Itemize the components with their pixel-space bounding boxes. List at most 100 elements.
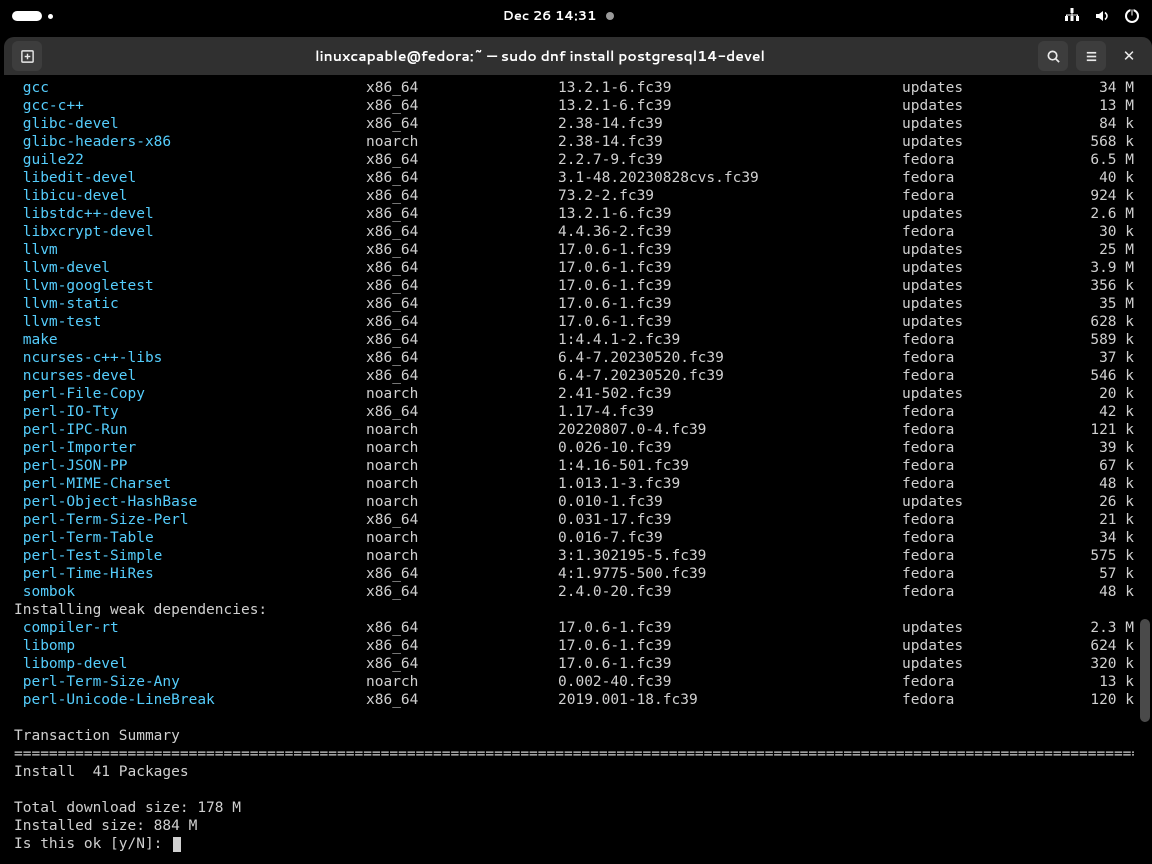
terminal-body[interactable]: gccx86_6413.2.1-6.fc39updates34 M gcc-c+… bbox=[4, 75, 1152, 864]
pkg-version: 73.2-2.fc39 bbox=[558, 187, 902, 205]
pkg-size: 628 k bbox=[1052, 313, 1134, 331]
pkg-version: 3:1.302195-5.fc39 bbox=[558, 547, 902, 565]
pkg-arch: x86_64 bbox=[366, 205, 558, 223]
pkg-arch: noarch bbox=[366, 133, 558, 151]
pkg-repo: fedora bbox=[902, 475, 1052, 493]
pkg-repo: fedora bbox=[902, 673, 1052, 691]
pkg-arch: x86_64 bbox=[366, 295, 558, 313]
pkg-size: 34 M bbox=[1052, 79, 1134, 97]
pkg-name: perl-Term-Size-Perl bbox=[14, 511, 366, 529]
clock[interactable]: Dec 26 14:31 bbox=[503, 7, 615, 25]
package-row: perl-Test-Simplenoarch3:1.302195-5.fc39f… bbox=[14, 547, 1134, 565]
pkg-arch: x86_64 bbox=[366, 223, 558, 241]
activities-pill bbox=[12, 11, 42, 21]
terminal-window: linuxcapable@fedora:~ — sudo dnf install… bbox=[4, 37, 1152, 864]
pkg-version: 17.0.6-1.fc39 bbox=[558, 619, 902, 637]
pkg-version: 0.002-40.fc39 bbox=[558, 673, 902, 691]
pkg-size: 40 k bbox=[1052, 169, 1134, 187]
pkg-size: 42 k bbox=[1052, 403, 1134, 421]
pkg-arch: x86_64 bbox=[366, 691, 558, 709]
package-row: guile22x86_642.2.7-9.fc39fedora6.5 M bbox=[14, 151, 1134, 169]
pkg-arch: x86_64 bbox=[366, 331, 558, 349]
pkg-repo: fedora bbox=[902, 331, 1052, 349]
pkg-name: sombok bbox=[14, 583, 366, 601]
pkg-name: llvm bbox=[14, 241, 366, 259]
pkg-name: ncurses-c++-libs bbox=[14, 349, 366, 367]
pkg-arch: noarch bbox=[366, 439, 558, 457]
pkg-version: 1:4.4.1-2.fc39 bbox=[558, 331, 902, 349]
blank-line bbox=[14, 709, 1134, 727]
pkg-repo: updates bbox=[902, 115, 1052, 133]
pkg-size: 356 k bbox=[1052, 277, 1134, 295]
pkg-repo: updates bbox=[902, 205, 1052, 223]
pkg-name: libxcrypt-devel bbox=[14, 223, 366, 241]
scrollbar-thumb[interactable] bbox=[1140, 619, 1150, 722]
pkg-version: 2.2.7-9.fc39 bbox=[558, 151, 902, 169]
pkg-arch: x86_64 bbox=[366, 565, 558, 583]
pkg-name: perl-MIME-Charset bbox=[14, 475, 366, 493]
pkg-size: 67 k bbox=[1052, 457, 1134, 475]
pkg-version: 17.0.6-1.fc39 bbox=[558, 241, 902, 259]
pkg-repo: fedora bbox=[902, 187, 1052, 205]
pkg-repo: fedora bbox=[902, 151, 1052, 169]
pkg-repo: updates bbox=[902, 313, 1052, 331]
pkg-size: 26 k bbox=[1052, 493, 1134, 511]
pkg-version: 6.4-7.20230520.fc39 bbox=[558, 349, 902, 367]
system-tray[interactable] bbox=[1064, 8, 1140, 24]
package-row: glibc-headers-x86noarch2.38-14.fc39updat… bbox=[14, 133, 1134, 151]
package-row: perl-Time-HiResx86_644:1.9775-500.fc39fe… bbox=[14, 565, 1134, 583]
pkg-arch: x86_64 bbox=[366, 259, 558, 277]
pkg-version: 2.38-14.fc39 bbox=[558, 115, 902, 133]
pkg-name: gcc bbox=[14, 79, 366, 97]
pkg-size: 2.3 M bbox=[1052, 619, 1134, 637]
pkg-size: 13 k bbox=[1052, 673, 1134, 691]
package-row: perl-JSON-PPnoarch1:4.16-501.fc39fedora6… bbox=[14, 457, 1134, 475]
pkg-name: gcc-c++ bbox=[14, 97, 366, 115]
pkg-repo: fedora bbox=[902, 547, 1052, 565]
pkg-name: perl-Importer bbox=[14, 439, 366, 457]
pkg-repo: fedora bbox=[902, 691, 1052, 709]
package-row: libicu-develx86_6473.2-2.fc39fedora924 k bbox=[14, 187, 1134, 205]
pkg-repo: fedora bbox=[902, 403, 1052, 421]
pkg-name: glibc-devel bbox=[14, 115, 366, 133]
pkg-size: 924 k bbox=[1052, 187, 1134, 205]
prompt-text: Is this ok [y/N]: bbox=[14, 836, 171, 852]
package-row: libompx86_6417.0.6-1.fc39updates624 k bbox=[14, 637, 1134, 655]
pkg-version: 17.0.6-1.fc39 bbox=[558, 655, 902, 673]
pkg-name: perl-Object-HashBase bbox=[14, 493, 366, 511]
pkg-name: libstdc++-devel bbox=[14, 205, 366, 223]
package-row: ncurses-develx86_646.4-7.20230520.fc39fe… bbox=[14, 367, 1134, 385]
package-row: perl-Term-Size-Anynoarch0.002-40.fc39fed… bbox=[14, 673, 1134, 691]
pkg-name: perl-Time-HiRes bbox=[14, 565, 366, 583]
pkg-arch: x86_64 bbox=[366, 637, 558, 655]
pkg-size: 30 k bbox=[1052, 223, 1134, 241]
pkg-size: 34 k bbox=[1052, 529, 1134, 547]
pkg-arch: noarch bbox=[366, 673, 558, 691]
package-row: perl-Term-Tablenoarch0.016-7.fc39fedora3… bbox=[14, 529, 1134, 547]
scrollbar[interactable] bbox=[1140, 75, 1150, 864]
activities[interactable] bbox=[12, 11, 53, 21]
pkg-repo: updates bbox=[902, 133, 1052, 151]
pkg-version: 20220807.0-4.fc39 bbox=[558, 421, 902, 439]
pkg-name: compiler-rt bbox=[14, 619, 366, 637]
pkg-repo: updates bbox=[902, 277, 1052, 295]
close-button[interactable]: ✕ bbox=[1114, 41, 1144, 71]
pkg-version: 3.1-48.20230828cvs.fc39 bbox=[558, 169, 902, 187]
new-tab-button[interactable] bbox=[12, 41, 42, 71]
package-row: llvm-develx86_6417.0.6-1.fc39updates3.9 … bbox=[14, 259, 1134, 277]
pkg-size: 13 M bbox=[1052, 97, 1134, 115]
datetime: Dec 26 14:31 bbox=[503, 7, 597, 25]
pkg-arch: x86_64 bbox=[366, 79, 558, 97]
pkg-arch: x86_64 bbox=[366, 349, 558, 367]
pkg-arch: x86_64 bbox=[366, 169, 558, 187]
menu-button[interactable] bbox=[1076, 41, 1106, 71]
pkg-version: 13.2.1-6.fc39 bbox=[558, 79, 902, 97]
pkg-arch: x86_64 bbox=[366, 367, 558, 385]
pkg-repo: updates bbox=[902, 637, 1052, 655]
pkg-arch: x86_64 bbox=[366, 403, 558, 421]
pkg-size: 84 k bbox=[1052, 115, 1134, 133]
pkg-size: 624 k bbox=[1052, 637, 1134, 655]
pkg-arch: noarch bbox=[366, 493, 558, 511]
volume-icon bbox=[1094, 8, 1110, 24]
search-button[interactable] bbox=[1038, 41, 1068, 71]
